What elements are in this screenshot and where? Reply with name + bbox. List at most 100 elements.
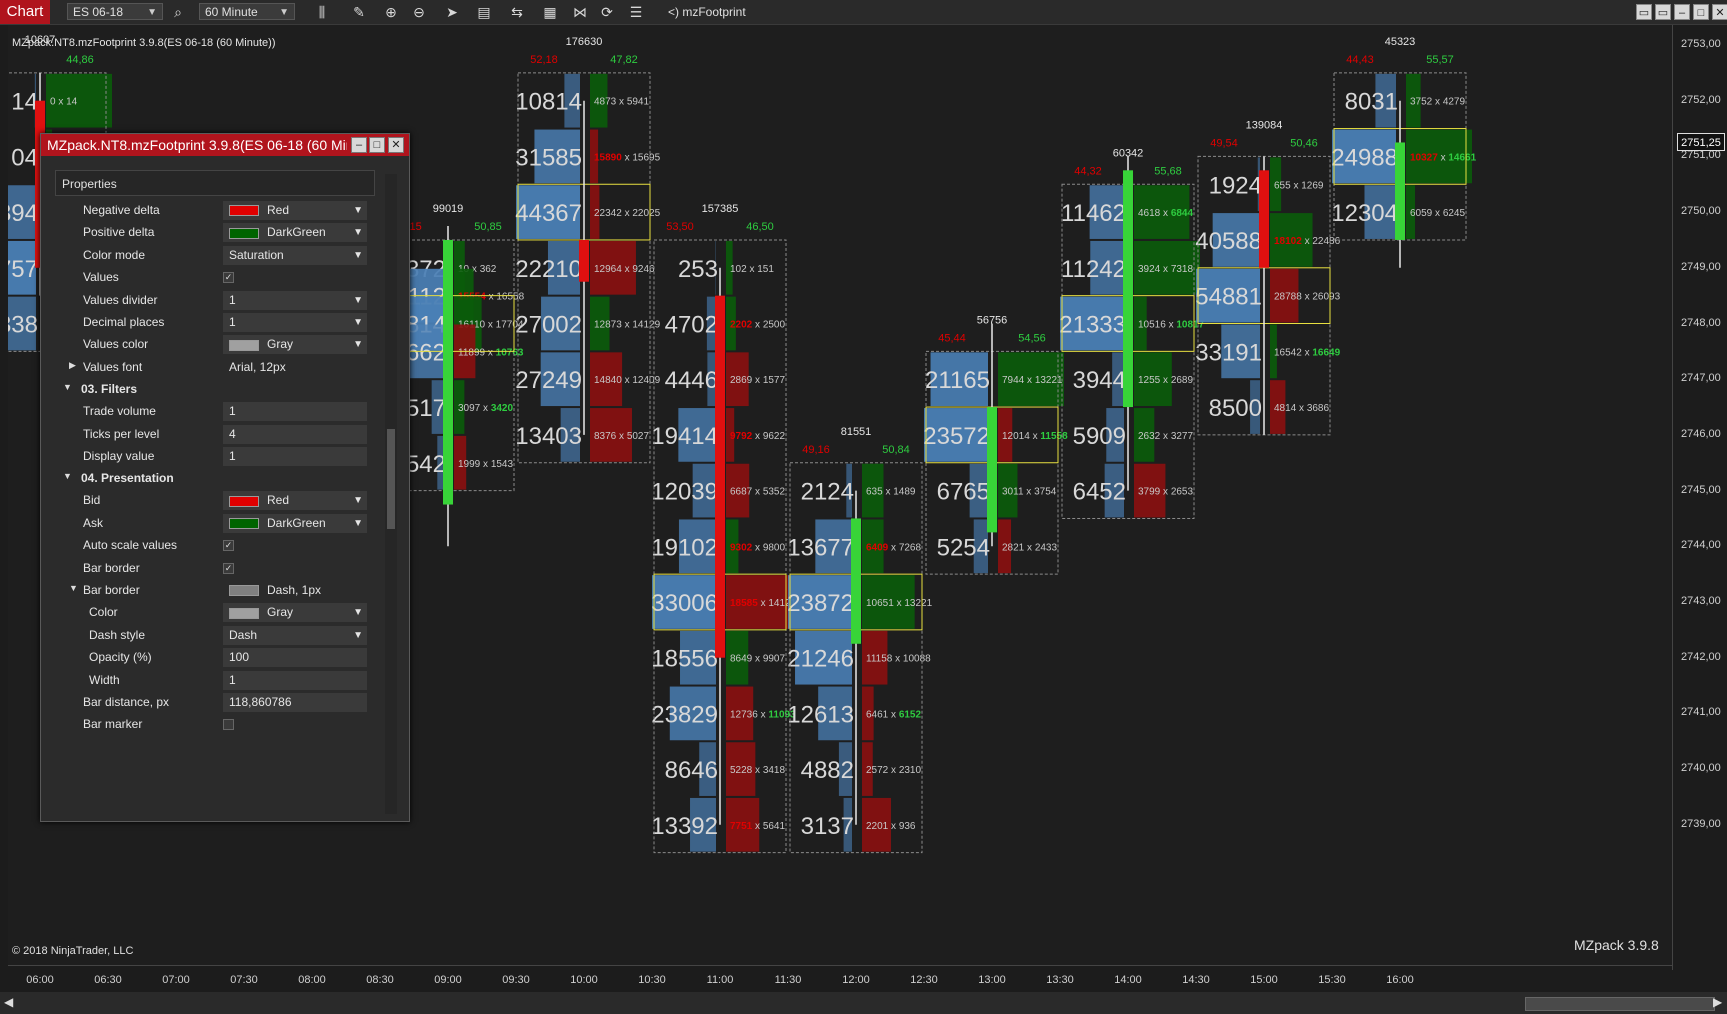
property-input[interactable]: 1 — [223, 670, 367, 690]
property-input[interactable]: 100 — [223, 648, 367, 668]
scroll-left-icon[interactable]: ◀ — [4, 995, 13, 1009]
property-row[interactable]: Values ✓ — [55, 267, 395, 289]
property-select[interactable]: DarkGreen ▼ — [223, 513, 367, 533]
property-select[interactable]: Gray ▼ — [223, 603, 367, 623]
horizontal-scrollbar[interactable]: ◀ ▶ — [0, 992, 1727, 1014]
property-row[interactable]: Bar border ✓ — [55, 558, 395, 580]
reload-icon[interactable]: ⟳ — [597, 3, 617, 21]
property-row[interactable]: Bid Red ▼ — [55, 490, 395, 512]
maximize-icon[interactable]: □ — [369, 137, 385, 153]
property-input[interactable]: 4 — [223, 424, 367, 444]
bar-style-icon[interactable]: ⫼ — [312, 3, 332, 21]
property-row[interactable]: Display value 1 — [55, 446, 395, 468]
search-icon[interactable]: ⌕ — [168, 3, 188, 21]
property-checkbox[interactable]: ✓ — [223, 272, 234, 284]
bid-percent-label: 45,44 — [938, 332, 966, 344]
minimize-icon[interactable]: – — [1674, 4, 1690, 20]
property-row[interactable]: Opacity (%) 100 — [55, 647, 395, 669]
tile-icon[interactable]: ▭ — [1636, 4, 1652, 20]
zoom-out-icon[interactable]: ⊖ — [409, 3, 429, 21]
property-input[interactable]: 1 — [223, 447, 367, 466]
dialog-titlebar[interactable]: MZpack.NT8.mzFootprint 3.9.8(ES 06-18 (6… — [41, 134, 409, 156]
order-icon[interactable]: ⇆ — [507, 3, 527, 21]
price-tick-label: 2745,00 — [1681, 483, 1721, 496]
property-row[interactable]: Decimal places 1 ▼ — [55, 312, 395, 334]
chart-tab[interactable]: Chart — [0, 0, 50, 24]
bid-ask-label: 8376 x 5027 — [594, 431, 649, 442]
property-label: Values font — [83, 359, 143, 374]
property-row[interactable]: Ask DarkGreen ▼ — [55, 513, 395, 535]
property-select[interactable]: Red ▼ — [223, 201, 367, 220]
candle-body — [987, 407, 997, 533]
level-volume-label: 04 — [11, 144, 38, 171]
price-axis[interactable]: 2753,00 2752,00 2751,00 2750,00 2749,00 2748,… — [1672, 25, 1727, 970]
data-box-icon[interactable]: ▤ — [474, 3, 494, 21]
property-value-text: DarkGreen — [267, 225, 326, 240]
property-row[interactable]: Bar marker — [55, 714, 395, 736]
property-row[interactable]: Dash style Dash ▼ — [55, 625, 395, 647]
chevron-down-icon: ▼ — [353, 339, 363, 351]
property-row[interactable]: ▼ Bar border Dash, 1px — [55, 580, 395, 602]
property-checkbox[interactable] — [223, 719, 234, 731]
instrument-select[interactable]: ES 06-18 ▼ — [67, 3, 163, 20]
pointer-icon[interactable]: ➤ — [442, 3, 462, 21]
time-axis[interactable]: 06:00 06:30 07:00 07:30 08:00 08:30 09:00 09:30… — [8, 965, 1672, 991]
strategy-icon[interactable]: ⋈ — [570, 3, 590, 21]
collapse-arrow-icon[interactable]: ▼ — [63, 382, 72, 392]
bid-ask-label: 2869 x 1577 — [730, 375, 785, 386]
pencil-icon[interactable]: ✎ — [349, 3, 369, 21]
properties-scrollbar[interactable] — [385, 174, 397, 814]
property-select[interactable]: Gray ▼ — [223, 335, 367, 355]
close-icon[interactable]: ✕ — [1712, 4, 1727, 20]
property-select[interactable]: Red ▼ — [223, 491, 367, 511]
minimize-icon[interactable]: – — [351, 137, 367, 153]
property-category[interactable]: ▼ 03. Filters — [55, 379, 395, 401]
tile-icon[interactable]: ▭ — [1655, 4, 1671, 20]
property-select[interactable]: 1 ▼ — [223, 290, 367, 310]
bid-ask-label: 12964 x 9246 — [594, 264, 655, 275]
level-volume-label: 394 — [8, 200, 38, 227]
property-checkbox[interactable]: ✓ — [223, 540, 234, 552]
property-input[interactable]: 118,860786 — [223, 693, 367, 712]
property-input[interactable]: 1 — [223, 402, 367, 422]
collapse-arrow-icon[interactable]: ▼ — [69, 583, 78, 593]
scroll-right-icon[interactable]: ▶ — [1713, 995, 1722, 1009]
property-checkbox[interactable]: ✓ — [223, 562, 234, 574]
property-select[interactable]: Dash ▼ — [223, 625, 367, 645]
property-row[interactable]: Values divider 1 ▼ — [55, 290, 395, 312]
property-select[interactable]: 1 ▼ — [223, 313, 367, 332]
level-volume-label: 10814 — [515, 89, 582, 116]
property-row[interactable]: Bar distance, px 118,860786 — [55, 692, 395, 714]
zoom-in-icon[interactable]: ⊕ — [381, 3, 401, 21]
property-select[interactable]: DarkGreen ▼ — [223, 223, 367, 243]
scroll-thumb[interactable] — [387, 429, 395, 529]
level-volume-label: 23829 — [651, 701, 718, 728]
bar-total-volume: 60342 — [1113, 147, 1144, 159]
collapse-arrow-icon[interactable]: ▼ — [63, 471, 72, 481]
property-row[interactable]: Color mode Saturation ▼ — [55, 245, 395, 267]
close-icon[interactable]: ✕ — [388, 137, 404, 153]
chevron-down-icon: ▼ — [353, 227, 363, 239]
expand-arrow-icon[interactable]: ▶ — [69, 360, 76, 371]
templates-icon[interactable]: ▦ — [540, 3, 560, 21]
scroll-thumb[interactable] — [1525, 997, 1715, 1011]
property-row[interactable]: Values color Gray ▼ — [55, 334, 395, 356]
level-volume-label: 3137 — [801, 813, 854, 840]
property-row[interactable]: ▶ Values font Arial, 12px — [55, 357, 395, 379]
maximize-icon[interactable]: □ — [1693, 4, 1709, 20]
bid-ask-label: 655 x 1269 — [1274, 180, 1324, 191]
property-row[interactable]: Positive delta DarkGreen ▼ — [55, 222, 395, 244]
time-tick-label: 14:30 — [1182, 974, 1210, 986]
property-row[interactable]: Auto scale values ✓ — [55, 535, 395, 557]
time-tick-label: 13:00 — [978, 974, 1006, 986]
property-row[interactable]: Negative delta Red ▼ — [55, 200, 395, 222]
interval-select[interactable]: 60 Minute ▼ — [199, 3, 295, 20]
property-category[interactable]: ▼ 04. Presentation — [55, 468, 395, 490]
property-row[interactable]: Trade volume 1 — [55, 401, 395, 423]
property-row[interactable]: Width 1 — [55, 670, 395, 692]
property-row[interactable]: Color Gray ▼ — [55, 602, 395, 624]
property-label: Ask — [83, 515, 104, 530]
property-row[interactable]: Ticks per level 4 — [55, 424, 395, 446]
properties-icon[interactable]: ☰ — [626, 3, 646, 21]
property-select[interactable]: Saturation ▼ — [223, 245, 367, 265]
